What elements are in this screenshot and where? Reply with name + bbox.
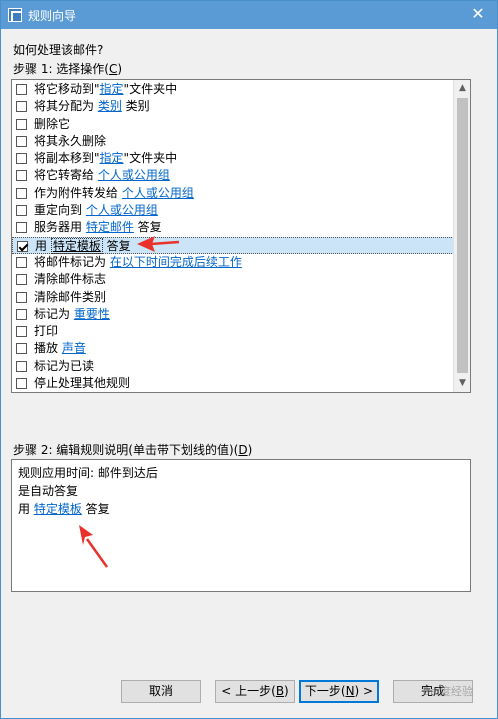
annotation-arrow-icon xyxy=(137,236,180,252)
action-value-link[interactable]: 特定邮件 xyxy=(86,220,134,234)
action-checkbox[interactable] xyxy=(16,118,27,130)
next-button[interactable]: 下一步(N) > xyxy=(299,680,379,703)
action-checkbox[interactable] xyxy=(16,153,27,165)
action-text: 播放 xyxy=(34,341,62,356)
rules-wizard-window: 规则向导 ✕ 如何处理该邮件? 步骤 1: 选择操作(C) 将它移动到"指定"文… xyxy=(0,0,498,719)
action-text: 标记为已读 xyxy=(34,358,95,373)
action-item[interactable]: 清除邮件类别 xyxy=(12,289,454,306)
actions-list-items: 将它移动到"指定"文件夹中 将其分配为 类别 类别 删除它 将其永久删除 将副本移到"指… xyxy=(12,81,454,392)
action-value-link[interactable]: 重要性 xyxy=(74,307,110,321)
action-checkbox[interactable] xyxy=(16,205,27,217)
action-text: 将它转寄给 xyxy=(34,168,98,183)
action-value-link[interactable]: 在以下时间完成后续工作 xyxy=(110,255,242,269)
action-checkbox[interactable] xyxy=(16,308,27,320)
action-checkbox[interactable] xyxy=(16,291,27,303)
action-item[interactable]: 播放 声音 xyxy=(12,340,454,357)
action-value-link[interactable]: 特定模板 xyxy=(50,237,103,254)
action-text: 将邮件标记为 xyxy=(34,254,110,269)
actions-list[interactable]: 将它移动到"指定"文件夹中 将其分配为 类别 类别 删除它 将其永久删除 将副本移到"指… xyxy=(11,79,471,393)
description-line-1: 规则应用时间: 邮件到达后 xyxy=(18,466,158,480)
action-text: 将其永久删除 xyxy=(34,133,107,148)
action-value-link[interactable]: 指定 xyxy=(100,151,124,165)
action-text: 服务器用 xyxy=(34,220,86,235)
action-item[interactable]: 停止处理其他规则 xyxy=(12,375,454,392)
watermark: Bai度经验 xyxy=(422,685,473,698)
description-line-3: 用 特定模板 答复 xyxy=(18,502,110,516)
action-checkbox[interactable] xyxy=(16,222,27,234)
action-text: 将副本移到" xyxy=(34,151,100,166)
action-item[interactable]: 将副本移到"指定"文件夹中 xyxy=(12,150,454,167)
action-text: "文件夹中 xyxy=(123,82,178,96)
action-text: 将其分配为 xyxy=(34,99,98,114)
back-button[interactable]: < 上一步(B) xyxy=(215,680,295,703)
action-item[interactable]: 打印 xyxy=(12,323,454,340)
cancel-button[interactable]: 取消 xyxy=(121,680,201,703)
actions-scrollbar[interactable]: ▲ ▼ xyxy=(453,80,470,392)
action-value-link[interactable]: 个人或公用组 xyxy=(122,186,194,200)
action-item[interactable]: 重定向到 个人或公用组 xyxy=(12,202,454,219)
question-label: 如何处理该邮件? xyxy=(13,43,104,57)
action-checkbox[interactable] xyxy=(16,360,27,372)
action-text: "文件夹中 xyxy=(123,151,178,166)
action-text: 答复 xyxy=(102,238,131,253)
step1-label: 步骤 1: 选择操作(C) xyxy=(13,62,123,76)
action-value-link[interactable]: 声音 xyxy=(62,341,86,355)
action-item[interactable]: 将它转寄给 个人或公用组 xyxy=(12,167,454,184)
action-checkbox[interactable] xyxy=(16,170,27,182)
step2-label: 步骤 2: 编辑规则说明(单击带下划线的值)(D) xyxy=(13,443,253,457)
close-button[interactable]: ✕ xyxy=(467,4,489,24)
action-item[interactable]: 作为附件转发给 个人或公用组 xyxy=(12,185,454,202)
action-text: 用 xyxy=(35,238,51,253)
scroll-up-icon[interactable]: ▲ xyxy=(454,80,470,97)
action-item[interactable]: 将邮件标记为 在以下时间完成后续工作 xyxy=(12,254,454,271)
action-item[interactable]: 标记为 重要性 xyxy=(12,306,454,323)
action-item[interactable]: 将其永久删除 xyxy=(12,133,454,150)
action-checkbox[interactable] xyxy=(16,101,27,113)
action-checkbox[interactable] xyxy=(16,256,27,268)
action-checkbox[interactable] xyxy=(16,326,27,338)
action-value-link[interactable]: 指定 xyxy=(100,82,124,96)
action-value-link[interactable]: 个人或公用组 xyxy=(86,203,158,217)
action-value-link[interactable]: 类别 xyxy=(98,99,122,113)
action-checkbox[interactable] xyxy=(16,274,27,286)
scroll-down-icon[interactable]: ▼ xyxy=(454,375,470,392)
description-line-2: 是自动答复 xyxy=(18,484,79,498)
action-item[interactable]: 删除它 xyxy=(12,116,454,133)
specific-template-link[interactable]: 特定模板 xyxy=(34,502,82,516)
app-icon xyxy=(8,8,22,22)
action-checkbox[interactable] xyxy=(16,378,27,390)
action-item[interactable]: 将其分配为 类别 类别 xyxy=(12,98,454,115)
annotation-arrow-icon xyxy=(79,525,109,568)
action-text: 标记为 xyxy=(34,306,74,321)
action-text: 类别 xyxy=(121,99,150,114)
action-item[interactable]: 用 特定模板 答复 xyxy=(12,236,454,254)
action-checkbox[interactable] xyxy=(16,135,27,147)
action-value-link[interactable]: 个人或公用组 xyxy=(98,168,170,182)
action-text: 删除它 xyxy=(34,116,71,131)
action-text: 重定向到 xyxy=(34,203,86,218)
title-bar: 规则向导 ✕ xyxy=(1,1,497,29)
action-item[interactable]: 清除邮件标志 xyxy=(12,271,454,288)
action-item[interactable]: 服务器用 特定邮件 答复 xyxy=(12,219,454,236)
action-text: 清除邮件类别 xyxy=(34,289,107,304)
action-item[interactable]: 将它移动到"指定"文件夹中 xyxy=(12,81,454,98)
action-text: 作为附件转发给 xyxy=(34,185,122,200)
action-checkbox[interactable] xyxy=(16,343,27,355)
action-text: 停止处理其他规则 xyxy=(34,376,131,391)
action-item[interactable]: 标记为已读 xyxy=(12,358,454,375)
scroll-thumb[interactable] xyxy=(457,98,468,373)
action-checkbox[interactable] xyxy=(16,187,27,199)
action-text: 将它移动到" xyxy=(34,82,100,96)
action-text: 打印 xyxy=(34,324,59,339)
action-checkbox[interactable] xyxy=(16,84,27,95)
action-text: 清除邮件标志 xyxy=(34,272,107,287)
action-checkbox[interactable] xyxy=(17,240,28,252)
window-title: 规则向导 xyxy=(28,9,77,23)
